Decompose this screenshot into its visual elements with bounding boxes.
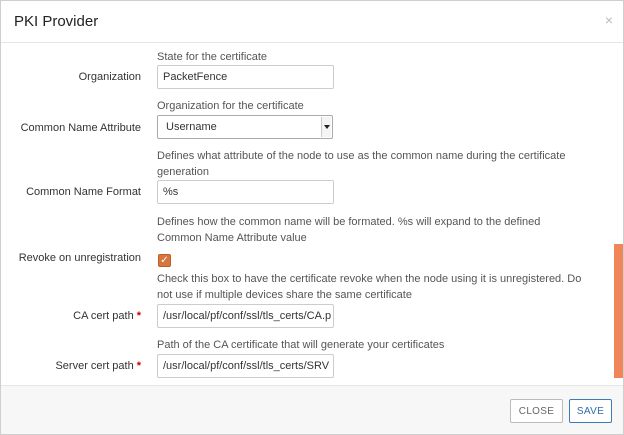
server-cert-path-label-text: Server cert path <box>55 360 134 372</box>
common-name-attribute-select[interactable]: Username <box>157 115 333 139</box>
organization-input[interactable]: PacketFence <box>157 65 334 89</box>
common-name-format-input[interactable]: %s <box>157 180 334 204</box>
common-name-attribute-label: Common Name Attribute <box>20 122 141 134</box>
common-name-format-label: Common Name Format <box>26 186 141 198</box>
ca-cert-path-label-text: CA cert path <box>73 310 134 322</box>
close-icon[interactable]: × <box>605 12 613 28</box>
state-help-text: State for the certificate <box>157 51 268 63</box>
common-name-attribute-value: Username <box>166 121 217 133</box>
chevron-down-icon[interactable] <box>321 117 331 137</box>
server-cert-path-label: Server cert path * <box>55 360 141 372</box>
common-name-attribute-help-text: Defines what attribute of the node to us… <box>157 150 566 178</box>
required-mark: * <box>136 310 141 322</box>
common-name-format-help-text: Defines how the common name will be form… <box>157 216 541 244</box>
revoke-on-unregistration-label: Revoke on unregistration <box>18 252 141 264</box>
save-button[interactable]: SAVE <box>569 399 612 423</box>
dialog-title: PKI Provider <box>14 13 99 30</box>
scrollbar-thumb[interactable] <box>614 244 623 378</box>
organization-label: Organization <box>78 71 141 83</box>
ca-cert-path-label: CA cert path * <box>73 310 141 322</box>
close-button[interactable]: CLOSE <box>510 399 563 423</box>
dialog-body[interactable]: State for the certificate Organization P… <box>1 44 623 385</box>
dialog-footer: CLOSE SAVE <box>1 385 623 434</box>
organization-help-text: Organization for the certificate <box>157 100 304 112</box>
revoke-help-text: Check this box to have the certificate r… <box>157 273 582 301</box>
dialog-header: PKI Provider × <box>1 1 623 43</box>
revoke-on-unregistration-checkbox[interactable]: ✓ <box>158 254 171 267</box>
ca-cert-path-input[interactable]: /usr/local/pf/conf/ssl/tls_certs/CA.p <box>157 304 334 328</box>
required-mark: * <box>136 360 141 372</box>
server-cert-path-input[interactable]: /usr/local/pf/conf/ssl/tls_certs/SRV <box>157 354 334 378</box>
ca-cert-path-help-text: Path of the CA certificate that will gen… <box>157 339 445 351</box>
pki-provider-dialog: PKI Provider × State for the certificate… <box>0 0 624 435</box>
